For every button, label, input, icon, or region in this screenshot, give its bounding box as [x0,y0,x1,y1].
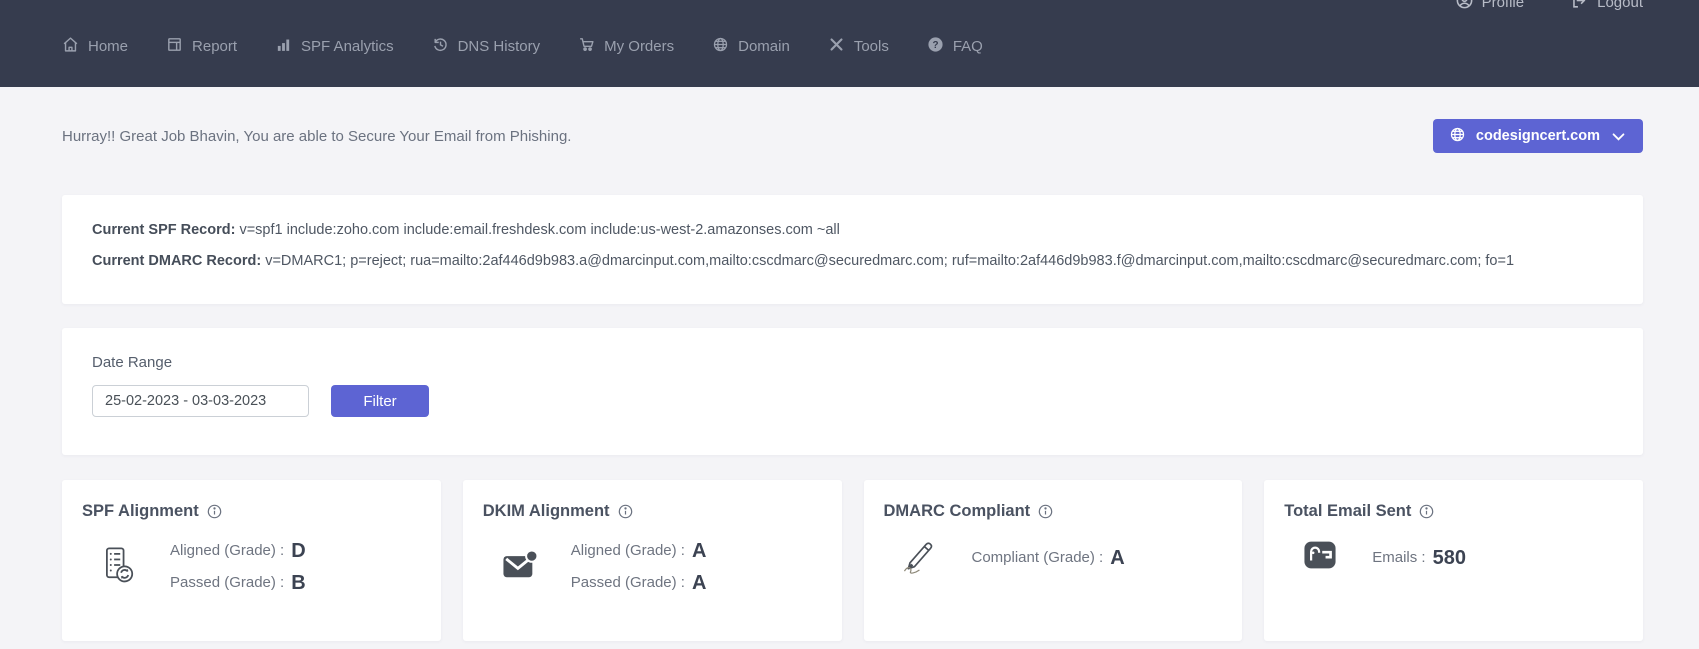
spf-record-line: Current SPF Record: v=spf1 include:zoho.… [92,219,1613,241]
grade-row: Aligned (Grade) : D [170,535,306,567]
grade-row: Aligned (Grade) : A [571,535,707,567]
grade-label: Compliant (Grade) : [972,542,1104,574]
nav-item-faq[interactable]: ? FAQ [927,36,983,57]
grade-row: Compliant (Grade) : A [972,542,1125,574]
nav-label-spf-analytics: SPF Analytics [301,38,394,55]
top-navbar: Profile Logout Home [0,0,1699,87]
nav-item-report[interactable]: Report [166,36,237,57]
question-icon: ? [927,36,944,57]
cart-icon [578,36,595,57]
nav-label-domain: Domain [738,38,790,55]
profile-link-label: Profile [1482,0,1525,11]
info-icon[interactable] [1419,504,1434,519]
card-title: SPF Alignment [82,502,199,521]
globe-icon [1449,126,1466,147]
grade-value: A [692,535,706,567]
svg-text:?: ? [932,40,938,51]
date-range-label: Date Range [92,354,1613,371]
dashboard-main: Hurray!! Great Job Bhavin, You are able … [0,119,1699,641]
dkim-alignment-card: DKIM Alignment [463,480,842,641]
account-links: Profile Logout [1455,0,1643,14]
info-icon[interactable] [207,504,222,519]
spf-alignment-card: SPF Alignment [62,480,441,641]
grade-label: Passed (Grade) : [571,567,685,599]
home-icon [62,36,79,57]
mailbox-icon [1300,535,1346,580]
logout-link-label: Logout [1597,0,1643,11]
grade-label: Passed (Grade) : [170,567,284,599]
grade-value: A [692,567,706,599]
nav-label-faq: FAQ [953,38,983,55]
grade-label: Aligned (Grade) : [170,535,284,567]
envelope-notification-icon [499,545,545,590]
info-icon[interactable] [618,504,633,519]
date-range-input[interactable] [92,385,309,417]
profile-link[interactable]: Profile [1455,0,1525,14]
info-icon[interactable] [1038,504,1053,519]
logout-link[interactable]: Logout [1570,0,1643,14]
dmarc-record-line: Current DMARC Record: v=DMARC1; p=reject… [92,250,1613,272]
grade-value: A [1110,542,1124,574]
nav-item-domain[interactable]: Domain [712,36,790,57]
grade-label: Aligned (Grade) : [571,535,685,567]
domain-selector-button[interactable]: codesigncert.com [1433,119,1643,153]
logout-icon [1570,0,1589,14]
dmarc-record-label: Current DMARC Record: [92,253,261,269]
date-filter-panel: Date Range Filter [62,328,1643,455]
greeting-message: Hurray!! Great Job Bhavin, You are able … [62,128,571,145]
nav-label-my-orders: My Orders [604,38,674,55]
grade-label: Emails : [1372,542,1425,574]
card-title: Total Email Sent [1284,502,1411,521]
dmarc-record-value: v=DMARC1; p=reject; rua=mailto:2af446d9b… [265,253,1514,269]
chevron-down-icon [1610,128,1627,145]
grade-row: Passed (Grade) : A [571,567,707,599]
history-icon [432,36,449,57]
pen-signature-icon [900,535,946,580]
card-title: DKIM Alignment [483,502,610,521]
tools-icon [828,36,845,57]
total-email-sent-card: Total Email Sent [1264,480,1643,641]
nav-item-dns-history[interactable]: DNS History [432,36,541,57]
spf-record-label: Current SPF Record: [92,222,235,238]
user-icon [1455,0,1474,14]
nav-item-spf-analytics[interactable]: SPF Analytics [275,36,394,57]
main-nav: Home Report SPF Analytics [62,36,983,57]
grade-value: 580 [1433,542,1466,574]
grade-row: Passed (Grade) : B [170,567,306,599]
grade-row: Emails : 580 [1372,542,1466,574]
nav-item-home[interactable]: Home [62,36,128,57]
filter-button[interactable]: Filter [331,385,429,417]
list-sync-icon [98,545,144,590]
grade-value: B [291,567,305,599]
stat-cards-row: SPF Alignment [62,480,1643,641]
nav-label-dns-history: DNS History [458,38,541,55]
globe-icon [712,36,729,57]
grade-value: D [291,535,305,567]
bar-chart-icon [275,36,292,57]
card-title: DMARC Compliant [884,502,1031,521]
dns-records-panel: Current SPF Record: v=spf1 include:zoho.… [62,195,1643,304]
domain-selector-label: codesigncert.com [1476,128,1600,144]
nav-label-tools: Tools [854,38,889,55]
nav-item-my-orders[interactable]: My Orders [578,36,674,57]
dmarc-compliant-card: DMARC Compliant [864,480,1243,641]
nav-item-tools[interactable]: Tools [828,36,889,57]
spf-record-value: v=spf1 include:zoho.com include:email.fr… [239,222,839,238]
nav-label-report: Report [192,38,237,55]
nav-label-home: Home [88,38,128,55]
report-icon [166,36,183,57]
